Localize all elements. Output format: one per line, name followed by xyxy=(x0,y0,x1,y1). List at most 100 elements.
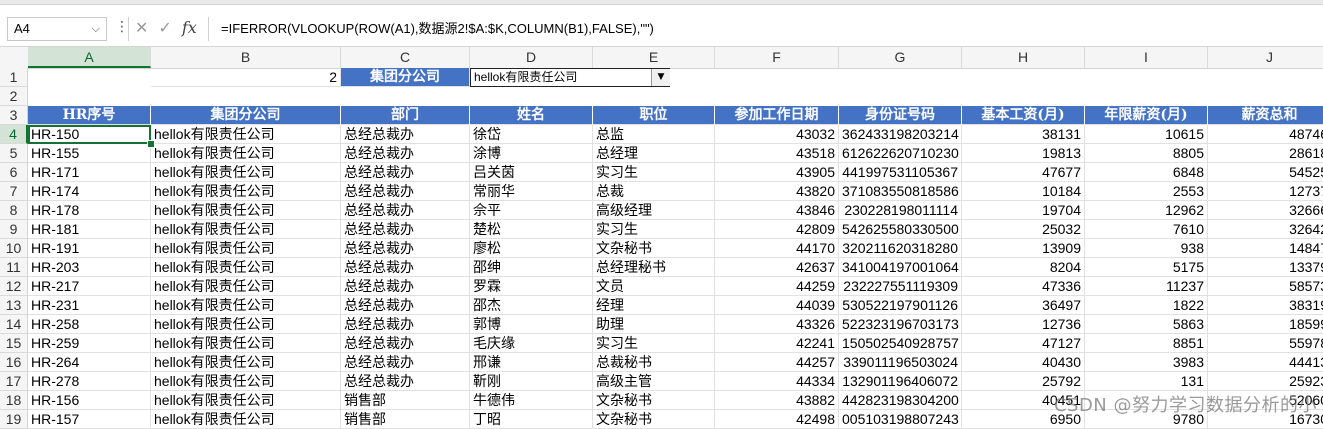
table-cell[interactable]: 44413 xyxy=(1208,353,1323,372)
table-cell[interactable]: hellok有限责任公司 xyxy=(151,220,341,239)
table-cell[interactable]: 442823198304200 xyxy=(839,391,962,410)
table-cell[interactable]: 14847 xyxy=(1208,239,1323,258)
table-cell[interactable]: 12737 xyxy=(1208,182,1323,201)
column-title-g[interactable]: 身份证号码 xyxy=(839,106,962,125)
table-cell[interactable]: HR-156 xyxy=(28,391,151,410)
fill-handle[interactable] xyxy=(147,140,155,148)
table-cell[interactable]: 邵绅 xyxy=(470,258,593,277)
table-cell[interactable]: 44039 xyxy=(715,296,839,315)
table-cell[interactable]: 总经总裁办 xyxy=(341,239,470,258)
table-cell[interactable]: 7610 xyxy=(1085,220,1208,239)
table-cell[interactable]: HR-217 xyxy=(28,277,151,296)
table-cell[interactable]: 总经总裁办 xyxy=(341,315,470,334)
table-cell[interactable]: HR-155 xyxy=(28,144,151,163)
table-cell[interactable]: 371083550818586 xyxy=(839,182,962,201)
table-cell[interactable]: 230228198011114 xyxy=(839,201,962,220)
table-cell[interactable]: 542625580330500 xyxy=(839,220,962,239)
table-cell[interactable]: 廖松 xyxy=(470,239,593,258)
table-cell[interactable]: 邢谦 xyxy=(470,353,593,372)
table-cell[interactable]: 25923 xyxy=(1208,372,1323,391)
name-box[interactable]: A4 ⌵ xyxy=(7,17,107,41)
table-cell[interactable]: 132901196406072 xyxy=(839,372,962,391)
table-cell[interactable]: 47127 xyxy=(962,334,1085,353)
cancel-icon[interactable]: ✕ xyxy=(135,17,148,39)
column-header-a[interactable]: A xyxy=(28,47,151,68)
column-header-g[interactable]: G xyxy=(839,47,962,68)
table-cell[interactable]: 36497 xyxy=(962,296,1085,315)
table-cell[interactable]: hellok有限责任公司 xyxy=(151,201,341,220)
table-cell[interactable]: 47336 xyxy=(962,277,1085,296)
table-cell[interactable]: 靳刚 xyxy=(470,372,593,391)
table-cell[interactable]: 总经总裁办 xyxy=(341,182,470,201)
table-cell[interactable]: HR-203 xyxy=(28,258,151,277)
table-cell[interactable]: 楚松 xyxy=(470,220,593,239)
table-cell[interactable]: 8805 xyxy=(1085,144,1208,163)
table-cell[interactable]: 42809 xyxy=(715,220,839,239)
table-cell[interactable]: 11237 xyxy=(1085,277,1208,296)
table-cell[interactable]: 43882 xyxy=(715,391,839,410)
table-cell[interactable]: 总经理秘书 xyxy=(593,258,715,277)
table-cell[interactable]: hellok有限责任公司 xyxy=(151,372,341,391)
table-cell[interactable]: hellok有限责任公司 xyxy=(151,163,341,182)
table-cell[interactable]: HR-231 xyxy=(28,296,151,315)
table-cell[interactable]: 实习生 xyxy=(593,220,715,239)
table-cell[interactable]: HR-264 xyxy=(28,353,151,372)
table-cell[interactable]: 1822 xyxy=(1085,296,1208,315)
table-cell[interactable]: 25792 xyxy=(962,372,1085,391)
table-cell[interactable]: 涂博 xyxy=(470,144,593,163)
table-cell[interactable]: 19813 xyxy=(962,144,1085,163)
table-cell[interactable]: hellok有限责任公司 xyxy=(151,296,341,315)
table-cell[interactable]: 总经总裁办 xyxy=(341,220,470,239)
table-cell[interactable]: 总经总裁办 xyxy=(341,334,470,353)
table-cell[interactable]: 郭博 xyxy=(470,315,593,334)
row-header-5[interactable]: 5 xyxy=(0,144,28,163)
table-cell[interactable]: 441997531105367 xyxy=(839,163,962,182)
table-cell[interactable]: 42241 xyxy=(715,334,839,353)
more-options-icon[interactable]: ⋮ xyxy=(115,19,129,35)
table-cell[interactable]: 44257 xyxy=(715,353,839,372)
row-header-16[interactable]: 16 xyxy=(0,353,28,372)
row-header-14[interactable]: 14 xyxy=(0,315,28,334)
row-header-11[interactable]: 11 xyxy=(0,258,28,277)
table-cell[interactable]: 总经总裁办 xyxy=(341,125,470,144)
enter-icon[interactable]: ✓ xyxy=(158,17,171,39)
table-cell[interactable]: 19704 xyxy=(962,201,1085,220)
row-header-10[interactable]: 10 xyxy=(0,239,28,258)
column-header-f[interactable]: F xyxy=(715,47,839,68)
table-cell[interactable]: 43820 xyxy=(715,182,839,201)
table-cell[interactable]: 10184 xyxy=(962,182,1085,201)
column-title-j[interactable]: 薪资总和 xyxy=(1208,106,1323,125)
table-cell[interactable]: 罗霖 xyxy=(470,277,593,296)
table-cell[interactable]: 12736 xyxy=(962,315,1085,334)
column-header-e[interactable]: E xyxy=(593,47,715,68)
table-cell[interactable]: hellok有限责任公司 xyxy=(151,182,341,201)
table-cell[interactable]: 54525 xyxy=(1208,163,1323,182)
table-cell[interactable]: 938 xyxy=(1085,239,1208,258)
table-cell[interactable]: hellok有限责任公司 xyxy=(151,315,341,334)
table-cell[interactable]: 530522197901126 xyxy=(839,296,962,315)
table-cell[interactable]: HR-278 xyxy=(28,372,151,391)
row-header-7[interactable]: 7 xyxy=(0,182,28,201)
table-cell[interactable]: 总经总裁办 xyxy=(341,201,470,220)
table-cell[interactable]: 38319 xyxy=(1208,296,1323,315)
table-cell[interactable]: hellok有限责任公司 xyxy=(151,125,341,144)
row-header-15[interactable]: 15 xyxy=(0,334,28,353)
table-cell[interactable]: 常丽华 xyxy=(470,182,593,201)
table-cell[interactable]: HR-259 xyxy=(28,334,151,353)
table-cell[interactable]: hellok有限责任公司 xyxy=(151,239,341,258)
row-header-8[interactable]: 8 xyxy=(0,201,28,220)
column-title-b[interactable]: 集团分公司 xyxy=(151,106,341,125)
column-title-d[interactable]: 姓名 xyxy=(470,106,593,125)
row-header-18[interactable]: 18 xyxy=(0,391,28,410)
table-cell[interactable]: 总裁 xyxy=(593,182,715,201)
table-cell[interactable]: 总经总裁办 xyxy=(341,296,470,315)
table-cell[interactable]: 48746 xyxy=(1208,125,1323,144)
table-cell[interactable]: hellok有限责任公司 xyxy=(151,353,341,372)
table-cell[interactable]: hellok有限责任公司 xyxy=(151,277,341,296)
table-cell[interactable]: HR-191 xyxy=(28,239,151,258)
table-cell[interactable]: 助理 xyxy=(593,315,715,334)
table-cell[interactable]: 44259 xyxy=(715,277,839,296)
table-cell[interactable]: 邵杰 xyxy=(470,296,593,315)
table-cell[interactable]: 13379 xyxy=(1208,258,1323,277)
table-cell[interactable]: 3983 xyxy=(1085,353,1208,372)
